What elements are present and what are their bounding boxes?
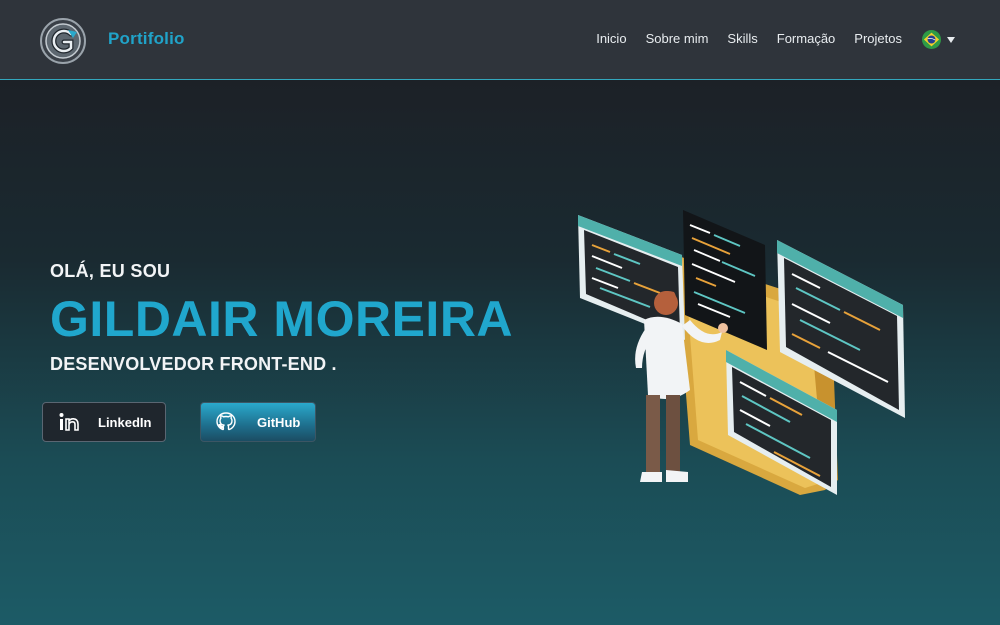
nav-link-sobre-mim[interactable]: Sobre mim <box>646 31 709 46</box>
nav-menu: Inicio Sobre mim Skills Formação Projeto… <box>596 31 902 46</box>
chevron-down-icon <box>947 36 955 43</box>
brand-title[interactable]: Portifolio <box>108 29 185 49</box>
hero-greeting: OLÁ, EU SOU <box>50 261 171 281</box>
github-icon <box>216 412 236 431</box>
linkedin-icon <box>59 413 79 431</box>
linkedin-button[interactable]: LinkedIn <box>42 402 166 442</box>
nav-link-formacao[interactable]: Formação <box>777 31 836 46</box>
github-button[interactable]: GitHub <box>200 402 316 442</box>
developer-illustration <box>578 210 905 495</box>
navbar: Portifolio Inicio Sobre mim Skills Forma… <box>0 0 1000 80</box>
linkedin-button-label: LinkedIn <box>98 414 152 430</box>
language-selector[interactable] <box>922 30 955 49</box>
github-button-label: GitHub <box>257 414 301 430</box>
logo-icon[interactable] <box>40 18 86 64</box>
hero-role: DESENVOLVEDOR FRONT-END . <box>50 354 337 374</box>
hero-name: GILDAIR MOREIRA <box>50 291 514 347</box>
nav-link-skills[interactable]: Skills <box>727 31 757 46</box>
brazil-flag-icon <box>922 30 941 49</box>
nav-link-projetos[interactable]: Projetos <box>854 31 902 46</box>
nav-link-inicio[interactable]: Inicio <box>596 31 626 46</box>
